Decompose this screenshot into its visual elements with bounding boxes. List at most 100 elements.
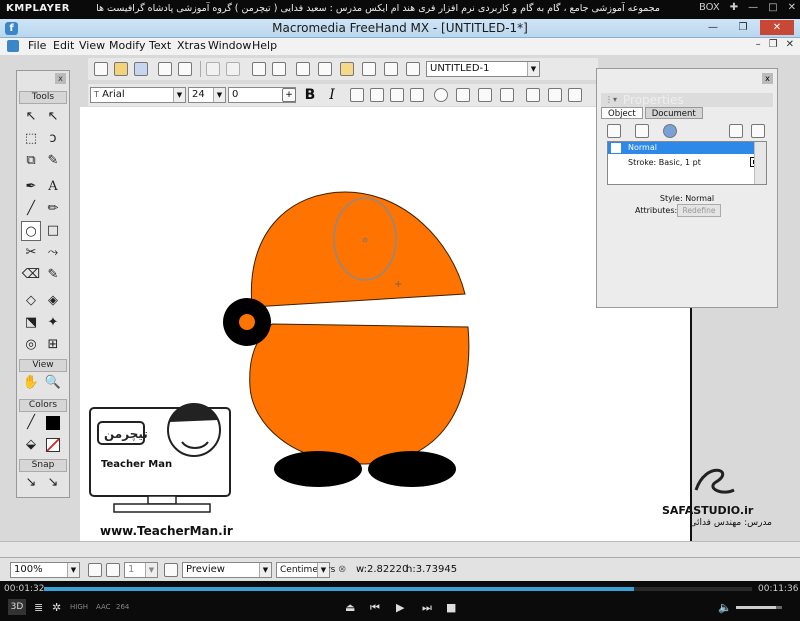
align-left-icon[interactable] bbox=[350, 88, 364, 102]
properties-row-stroke[interactable]: Stroke: Basic, 1 pt bbox=[628, 158, 701, 167]
previous-icon[interactable]: ⏮ bbox=[370, 601, 380, 615]
stroke-color-swatch[interactable] bbox=[46, 416, 60, 430]
menu-xtras[interactable]: Xtras bbox=[177, 39, 206, 52]
next-icon[interactable]: ⏭ bbox=[422, 601, 432, 615]
properties-close-icon[interactable]: x bbox=[762, 73, 773, 84]
graphic-hose-tool-icon[interactable]: ✦ bbox=[43, 313, 63, 333]
ellipse-tool-icon[interactable]: ○ bbox=[21, 221, 41, 241]
close-icon[interactable]: ✕ bbox=[788, 2, 796, 13]
line-tool-icon[interactable]: ╱ bbox=[21, 199, 41, 219]
add-fill-icon[interactable] bbox=[635, 124, 649, 138]
add-page-icon[interactable] bbox=[106, 563, 120, 577]
units-select[interactable]: Centimeters ▼ bbox=[276, 562, 335, 578]
connector-tool-icon[interactable]: ⊞ bbox=[43, 335, 63, 355]
text-effect-icon[interactable] bbox=[456, 88, 470, 102]
seek-bar[interactable] bbox=[44, 587, 752, 591]
swatches-icon[interactable] bbox=[362, 62, 376, 76]
settings-icon[interactable]: ✲ bbox=[52, 601, 61, 614]
tab-object[interactable]: Object bbox=[601, 107, 643, 119]
envelope-tool-icon[interactable]: ⬔ bbox=[21, 313, 41, 333]
doc-restore-icon[interactable]: ❐ bbox=[769, 39, 778, 50]
hand-tool-icon[interactable]: ✋ bbox=[21, 373, 41, 393]
document-view-icon[interactable] bbox=[406, 62, 420, 76]
align-right-icon[interactable] bbox=[390, 88, 404, 102]
eraser-tool-icon[interactable]: ⌫ bbox=[21, 265, 41, 285]
styles-icon[interactable] bbox=[318, 62, 332, 76]
window-restore-button[interactable]: ❐ bbox=[730, 20, 756, 35]
rectangle-tool-icon[interactable]: □ bbox=[43, 221, 63, 241]
bold-button[interactable]: B bbox=[302, 87, 318, 103]
stop-icon[interactable]: ■ bbox=[446, 601, 456, 614]
pen-tool-icon[interactable]: ✒ bbox=[21, 177, 41, 197]
row-checkbox[interactable] bbox=[611, 143, 621, 153]
menu-modify[interactable]: Modify bbox=[109, 39, 145, 52]
fill-color-icon[interactable]: ⬙ bbox=[21, 435, 41, 455]
redefine-button[interactable]: Redefine bbox=[677, 204, 721, 217]
minimize-icon[interactable]: — bbox=[748, 2, 758, 13]
tab-document[interactable]: Document bbox=[644, 107, 703, 119]
new-document-icon[interactable] bbox=[94, 62, 108, 76]
menu-icon[interactable]: ≣ bbox=[34, 601, 43, 614]
snap-guide-icon[interactable]: ↘ bbox=[43, 473, 63, 493]
render-mode-select[interactable]: Preview ▼ bbox=[182, 562, 272, 578]
path-text-icon[interactable] bbox=[478, 88, 492, 102]
snap-point-icon[interactable]: ↘ bbox=[21, 473, 41, 493]
page-tool-icon[interactable]: ⬚ bbox=[21, 129, 41, 149]
prev-page-icon[interactable] bbox=[88, 563, 102, 577]
page-select[interactable]: 1 ▼ bbox=[124, 562, 158, 578]
eyedropper-tool-icon[interactable]: ✎ bbox=[43, 151, 63, 171]
menu-view[interactable]: View bbox=[79, 39, 105, 52]
horizontal-scrollbar[interactable] bbox=[0, 541, 800, 557]
document-select[interactable]: UNTITLED-1 ▼ bbox=[426, 61, 540, 77]
lasso-tool-icon[interactable]: ↄ bbox=[43, 129, 63, 149]
freeform-tool-icon[interactable]: ⤳ bbox=[43, 243, 63, 263]
fill-color-swatch[interactable] bbox=[46, 438, 60, 452]
font-size-select[interactable]: 24 ▼ bbox=[188, 87, 226, 103]
justify-icon[interactable] bbox=[410, 88, 424, 102]
align-icon[interactable] bbox=[252, 62, 266, 76]
box-label[interactable]: BOX bbox=[699, 2, 720, 13]
list-scrollbar[interactable] bbox=[754, 142, 766, 184]
scale-tool-icon[interactable]: ⧉ bbox=[21, 151, 41, 171]
properties-row-normal[interactable]: Normal bbox=[608, 142, 766, 154]
brush-tool-icon[interactable]: ✎ bbox=[43, 265, 63, 285]
menu-edit[interactable]: Edit bbox=[53, 39, 74, 52]
open-folder-icon[interactable] bbox=[114, 62, 128, 76]
menu-file[interactable]: File bbox=[28, 39, 46, 52]
italic-button[interactable]: I bbox=[324, 87, 340, 103]
eject-icon[interactable]: ⏏ bbox=[345, 601, 355, 614]
skew-tool-icon[interactable]: ◇ bbox=[21, 291, 41, 311]
import-icon[interactable] bbox=[158, 62, 172, 76]
menu-window[interactable]: Window bbox=[208, 39, 251, 52]
align-center-icon[interactable] bbox=[370, 88, 384, 102]
knife-tool-icon[interactable]: ✂ bbox=[21, 243, 41, 263]
circle-tool-icon[interactable] bbox=[434, 88, 448, 102]
blend-tool-icon[interactable]: ◎ bbox=[21, 335, 41, 355]
tools-close-icon[interactable]: x bbox=[55, 73, 66, 84]
transform-icon[interactable] bbox=[272, 62, 286, 76]
maximize-icon[interactable]: □ bbox=[768, 2, 777, 13]
library-icon[interactable] bbox=[296, 62, 310, 76]
doc-minimize-icon[interactable]: – bbox=[756, 39, 761, 50]
pin-icon[interactable]: ✚ bbox=[730, 2, 738, 13]
play-icon[interactable]: ▶ bbox=[396, 601, 404, 614]
pencil-tool-icon[interactable]: ✏ bbox=[43, 199, 63, 219]
add-effect-icon[interactable] bbox=[663, 124, 677, 138]
reflect-tool-icon[interactable]: ◈ bbox=[43, 291, 63, 311]
flow-text-icon[interactable] bbox=[500, 88, 514, 102]
trash-icon[interactable] bbox=[751, 124, 765, 138]
columns-icon[interactable] bbox=[526, 88, 540, 102]
volume-icon[interactable]: 🔈 bbox=[718, 601, 732, 614]
doc-close-icon[interactable]: ✕ bbox=[786, 39, 794, 50]
menu-help[interactable]: Help bbox=[252, 39, 277, 52]
3d-icon[interactable]: 3D bbox=[8, 599, 26, 615]
leading-mode-icon[interactable]: + bbox=[282, 88, 296, 102]
save-icon[interactable] bbox=[134, 62, 148, 76]
font-select[interactable]: T Arial ▼ bbox=[90, 87, 186, 103]
pointer-tool-icon[interactable]: ↖ bbox=[21, 107, 41, 127]
menu-text[interactable]: Text bbox=[149, 39, 171, 52]
volume-slider[interactable] bbox=[736, 606, 782, 609]
window-close-button[interactable]: ✕ bbox=[760, 20, 794, 35]
text-list-icon[interactable] bbox=[568, 88, 582, 102]
export-icon[interactable] bbox=[178, 62, 192, 76]
